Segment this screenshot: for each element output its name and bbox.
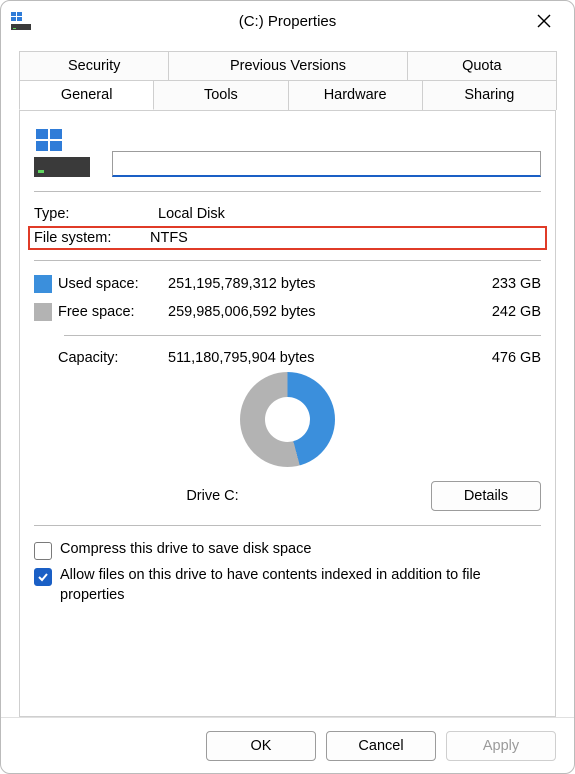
compress-label: Compress this drive to save disk space [60, 540, 311, 560]
tab-previous-versions[interactable]: Previous Versions [168, 51, 407, 80]
tab-sharing[interactable]: Sharing [422, 80, 557, 110]
ok-button[interactable]: OK [206, 731, 316, 761]
used-swatch-icon [34, 275, 52, 293]
apply-button[interactable]: Apply [446, 731, 556, 761]
free-label: Free space: [58, 304, 168, 320]
index-checkbox[interactable] [34, 568, 52, 586]
free-bytes: 259,985,006,592 bytes [168, 304, 461, 320]
compress-checkbox[interactable] [34, 542, 52, 560]
capacity-gb: 476 GB [461, 350, 541, 366]
title-bar: (C:) Properties [1, 1, 574, 41]
usage-pie-chart [240, 372, 335, 467]
check-icon [37, 571, 49, 583]
used-bytes: 251,195,789,312 bytes [168, 276, 461, 292]
dialog-footer: OK Cancel Apply [1, 717, 574, 773]
window-title: (C:) Properties [1, 13, 574, 30]
close-button[interactable] [524, 1, 564, 41]
free-gb: 242 GB [461, 304, 541, 320]
tab-quota[interactable]: Quota [407, 51, 557, 80]
close-icon [537, 14, 551, 28]
tab-tools[interactable]: Tools [153, 80, 288, 110]
type-label: Type: [34, 206, 154, 222]
properties-window: (C:) Properties Security Previous Versio… [0, 0, 575, 774]
filesystem-label: File system: [34, 230, 150, 246]
used-label: Used space: [58, 276, 168, 292]
divider [34, 191, 541, 192]
type-value: Local Disk [158, 206, 541, 222]
drive-large-icon [34, 123, 94, 177]
divider [34, 260, 541, 261]
tab-general[interactable]: General [19, 80, 154, 110]
free-swatch-icon [34, 303, 52, 321]
details-button[interactable]: Details [431, 481, 541, 511]
tab-security[interactable]: Security [19, 51, 169, 80]
filesystem-value: NTFS [150, 230, 541, 246]
tab-hardware[interactable]: Hardware [288, 80, 423, 110]
capacity-bytes: 511,180,795,904 bytes [168, 350, 461, 366]
used-gb: 233 GB [461, 276, 541, 292]
divider [64, 335, 541, 336]
volume-label-input[interactable] [112, 151, 541, 177]
filesystem-highlight: File system: NTFS [28, 226, 547, 250]
general-panel: Type: Local Disk File system: NTFS Used … [19, 111, 556, 717]
drive-label: Drive C: [34, 488, 391, 504]
divider [34, 525, 541, 526]
capacity-label: Capacity: [58, 350, 168, 366]
cancel-button[interactable]: Cancel [326, 731, 436, 761]
index-label: Allow files on this drive to have conten… [60, 566, 541, 605]
drive-icon [11, 9, 35, 33]
tab-strip: Security Previous Versions Quota General… [19, 51, 556, 111]
